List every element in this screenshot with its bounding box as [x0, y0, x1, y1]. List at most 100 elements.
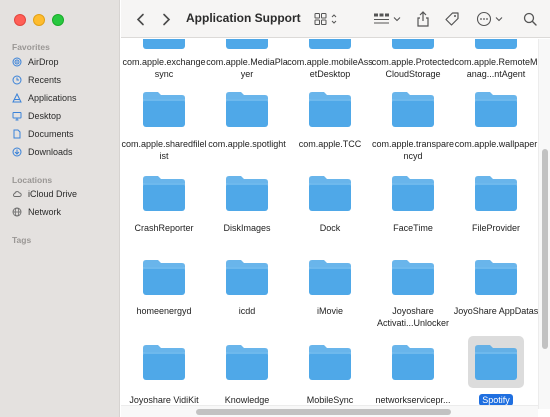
view-mode-button[interactable] [313, 8, 341, 30]
finder-window: Favorites AirDrop Recents Applications D… [0, 0, 550, 417]
sidebar-item-label: Network [28, 207, 62, 217]
search-button[interactable] [522, 8, 538, 30]
folder-icon [143, 260, 185, 295]
folder-name: JoyoShare AppDatas [453, 305, 538, 317]
zoom-button[interactable] [52, 14, 64, 26]
window-title: Application Support [186, 11, 301, 25]
sidebar-item-label: Recents [28, 75, 62, 85]
minimize-button[interactable] [33, 14, 45, 26]
folder-icon [309, 176, 351, 211]
sidebar-item-icloud-drive[interactable]: iCloud Drive [12, 187, 77, 201]
group-icon [374, 13, 401, 24]
folder-name: CrashReporter [121, 222, 207, 234]
folder-name-text: com.apple.sharedfilelist [121, 139, 207, 161]
folder-name-text: com.apple.wallpaper [454, 139, 538, 149]
sidebar-item-applications[interactable]: Applications [12, 91, 77, 105]
folder-icon [309, 92, 351, 127]
folder-name: FileProvider [453, 222, 538, 234]
sidebar-item-network[interactable]: Network [12, 205, 61, 219]
folder-name-text: Joyoshare Activati...Unlocker [376, 306, 450, 328]
folder-name-text: com.apple.RemoteManag...ntAgent [454, 57, 538, 79]
icon-view-icon [314, 13, 337, 25]
folder-name: com.apple.exchangesync [121, 56, 207, 80]
chevron-left-icon [136, 13, 144, 25]
folder-name-text: com.apple.transparencyd [371, 139, 455, 161]
folder-icon [475, 39, 517, 49]
airdrop-icon [12, 57, 22, 67]
folder-name-text: FaceTime [393, 223, 433, 233]
sidebar-item-label: Applications [28, 93, 77, 103]
close-button[interactable] [14, 14, 26, 26]
folder-name: com.apple.sharedfilelist [121, 138, 207, 162]
folder-name: com.apple.wallpaper [453, 138, 538, 150]
applications-icon [12, 93, 22, 103]
back-button[interactable] [133, 8, 147, 30]
folder-name-text: Knowledge [224, 395, 270, 405]
sidebar-item-label: Desktop [28, 111, 62, 121]
folder-icon [226, 260, 268, 295]
favorites-heading: Favorites [12, 42, 50, 52]
share-button[interactable] [415, 8, 431, 30]
folder-icon [226, 176, 268, 211]
clock-icon [12, 75, 22, 85]
folder-name: Dock [287, 222, 373, 234]
folder-name: FaceTime [370, 222, 456, 234]
document-icon [13, 129, 21, 139]
sidebar-item-downloads[interactable]: Downloads [12, 145, 73, 159]
search-icon [523, 12, 537, 26]
folder-name: com.apple.TCC [287, 138, 373, 150]
share-icon [417, 11, 429, 27]
more-icon [476, 11, 503, 27]
folder-icon [226, 345, 268, 380]
network-icon [12, 207, 22, 217]
folder-name: homeenergyd [121, 305, 207, 317]
folder-name-text: networkservicepr... [375, 395, 451, 405]
folder-name: com.apple.ProtectedCloudStorage [370, 56, 456, 80]
tags-heading: Tags [12, 235, 32, 245]
sidebar-item-documents[interactable]: Documents [12, 127, 74, 141]
folder-icon [392, 39, 434, 49]
folder-name-text: FileProvider [471, 223, 520, 233]
file-grid: com.apple.exchangesync com.apple.MediaPla… [121, 39, 538, 409]
action-menu-button[interactable] [476, 8, 506, 30]
toolbar: Application Support [121, 0, 550, 38]
sidebar-item-airdrop[interactable]: AirDrop [12, 55, 59, 69]
folder-icon [392, 345, 434, 380]
folder-name-text: iMovie [316, 306, 343, 316]
folder-name-text: com.apple.TCC [298, 139, 362, 149]
folder-icon [475, 260, 517, 295]
window-controls [14, 14, 64, 26]
group-button[interactable] [373, 8, 403, 30]
horizontal-scroll-thumb[interactable] [196, 409, 451, 415]
sidebar-item-recents[interactable]: Recents [12, 73, 61, 87]
folder-name-text: com.apple.exchangesync [122, 57, 206, 79]
folder-name-text: com.apple.mobileAssetDesktop [287, 57, 373, 79]
folder-name-text: com.apple.MediaPlayer [206, 57, 288, 79]
folder-icon [143, 345, 185, 380]
folder-name: com.apple.mobileAssetDesktop [287, 56, 373, 80]
folder-name: iMovie [287, 305, 373, 317]
folder-name-text: CrashReporter [134, 223, 194, 233]
folder-name: com.apple.MediaPlayer [204, 56, 290, 80]
sidebar-item-desktop[interactable]: Desktop [12, 109, 61, 123]
folder-icon [475, 92, 517, 127]
forward-button[interactable] [159, 8, 173, 30]
tag-button[interactable] [443, 8, 461, 30]
vertical-scrollbar[interactable] [538, 39, 550, 409]
vertical-scroll-thumb[interactable] [542, 149, 548, 349]
folder-icon [309, 260, 351, 295]
folder-name-text: JoyoShare AppDatas [453, 306, 538, 316]
folder-icon [392, 260, 434, 295]
horizontal-scrollbar[interactable] [121, 405, 538, 417]
desktop-icon [12, 112, 22, 121]
folder-name: DiskImages [204, 222, 290, 234]
locations-heading: Locations [12, 175, 53, 185]
folder-name: com.apple.transparencyd [370, 138, 456, 162]
folder-name-text: DiskImages [223, 223, 271, 233]
folder-name-text: com.apple.ProtectedCloudStorage [371, 57, 455, 79]
folder-name: icdd [204, 305, 290, 317]
folder-icon [475, 345, 517, 380]
folder-icon [475, 176, 517, 211]
folder-name-text: com.apple.spotlight [208, 139, 286, 149]
folder-icon [226, 39, 268, 49]
